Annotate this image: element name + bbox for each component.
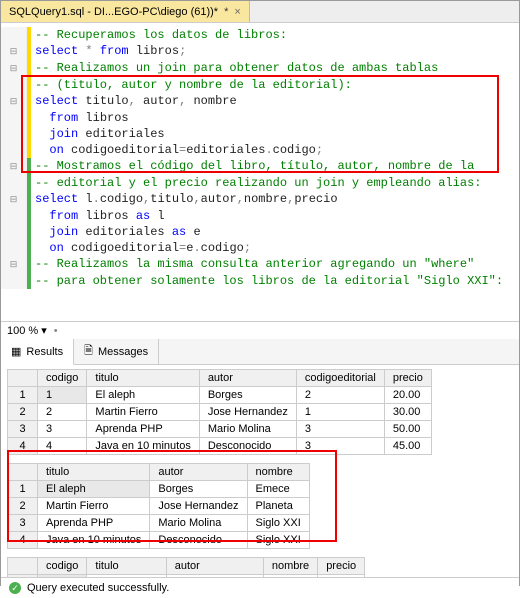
sql-editor[interactable]: -- Recuperamos los datos de libros: ⊟sel…	[1, 23, 519, 321]
check-icon: ✓	[9, 582, 21, 594]
close-icon[interactable]: ×	[234, 6, 240, 18]
column-header[interactable]: codigo	[38, 558, 87, 575]
tab-bar: SQLQuery1.sql - DI...EGO-PC\diego (61))*…	[1, 1, 519, 23]
column-header[interactable]: autor	[150, 464, 247, 481]
message-icon: 🗎	[84, 342, 93, 361]
column-header[interactable]: titulo	[87, 558, 166, 575]
table-row[interactable]: 1El alephBorgesEmece	[8, 481, 310, 498]
chevron-down-icon: ▾	[41, 324, 47, 337]
table-row[interactable]: 11El alephBorgesEmece20.00	[8, 575, 365, 578]
column-header[interactable]: autor	[166, 558, 263, 575]
column-header[interactable]: titulo	[87, 370, 199, 387]
zoom-value: 100 %	[7, 325, 38, 337]
column-header[interactable]: nombre	[247, 464, 309, 481]
code-line: -- Recuperamos los datos de libros:	[31, 27, 287, 43]
tab-title: SQLQuery1.sql - DI...EGO-PC\diego (61))*	[9, 6, 218, 18]
table-row[interactable]: 33Aprenda PHPMario Molina350.00	[8, 421, 432, 438]
table-row[interactable]: 22Martin FierroJose Hernandez130.00	[8, 404, 432, 421]
table-row[interactable]: 3Aprenda PHPMario MolinaSiglo XXI	[8, 515, 310, 532]
grid-icon: ▦	[11, 345, 21, 358]
table-row[interactable]: 4Java en 10 minutosDesconocidoSiglo XXI	[8, 532, 310, 549]
zoom-control[interactable]: 100 % ▾ •	[1, 321, 519, 339]
table-row[interactable]: 11El alephBorges220.00	[8, 387, 432, 404]
column-header[interactable]: nombre	[263, 558, 317, 575]
status-text: Query executed successfully.	[27, 582, 169, 594]
table-row[interactable]: 44Java en 10 minutosDesconocido345.00	[8, 438, 432, 455]
column-header[interactable]: codigo	[38, 370, 87, 387]
results-tabs: ▦Results 🗎Messages	[1, 339, 519, 365]
file-tab[interactable]: SQLQuery1.sql - DI...EGO-PC\diego (61))*…	[1, 1, 250, 22]
result-grid-3[interactable]: codigotituloautornombreprecio11El alephB…	[7, 557, 365, 577]
column-header[interactable]: titulo	[38, 464, 150, 481]
column-header[interactable]: precio	[384, 370, 431, 387]
result-grid-2[interactable]: tituloautornombre1El alephBorgesEmece2Ma…	[7, 463, 310, 549]
column-header[interactable]: precio	[318, 558, 365, 575]
tab-messages[interactable]: 🗎Messages	[74, 339, 159, 364]
column-header[interactable]: autor	[199, 370, 296, 387]
column-header[interactable]: codigoeditorial	[296, 370, 384, 387]
table-row[interactable]: 2Martin FierroJose HernandezPlaneta	[8, 498, 310, 515]
modified-star: *	[224, 6, 228, 18]
status-bar: ✓ Query executed successfully.	[1, 577, 519, 598]
results-area: codigotituloautorcodigoeditorialprecio11…	[1, 365, 519, 577]
result-grid-1[interactable]: codigotituloautorcodigoeditorialprecio11…	[7, 369, 432, 455]
tab-results[interactable]: ▦Results	[1, 339, 74, 365]
